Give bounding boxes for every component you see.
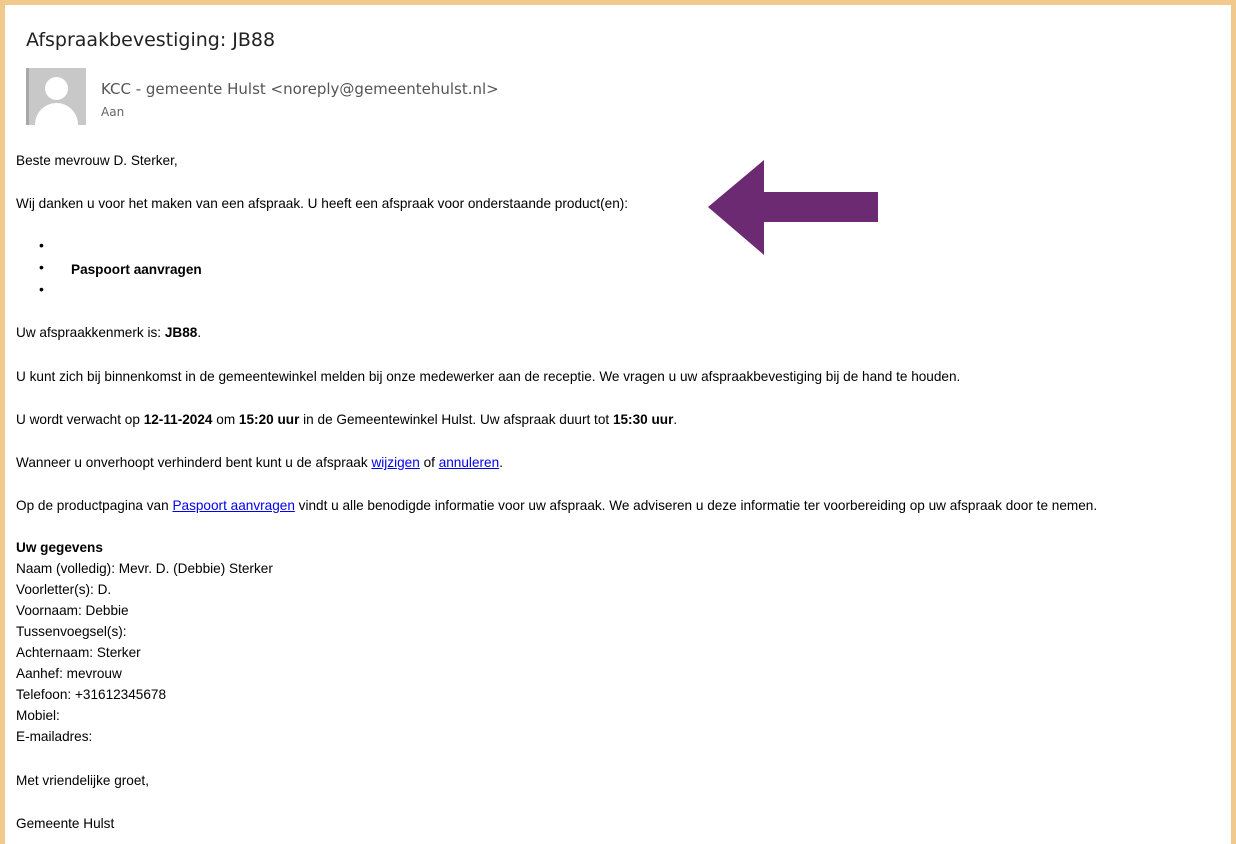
product-item-2: Paspoort aanvragen xyxy=(71,262,202,277)
product-page-link[interactable]: Paspoort aanvragen xyxy=(172,498,294,513)
bullet-marker: • xyxy=(39,259,44,275)
detail-line: Telefoon: +31612345678 xyxy=(16,687,167,702)
closing: Met vriendelijke groet, xyxy=(16,773,149,788)
bullet-marker: • xyxy=(39,237,44,253)
signature: Gemeente Hulst xyxy=(16,816,115,831)
bullet-marker: • xyxy=(39,281,44,297)
appointment-date: 12-11-2024 xyxy=(143,412,213,427)
appointment-end-time: 15:30 uur xyxy=(612,412,674,427)
cancel-link[interactable]: annuleren xyxy=(439,455,499,470)
reception-text: U kunt zich bij binnenkomst in de gemeen… xyxy=(16,369,961,384)
change-line: Wanneer u onverhoopt verhinderd bent kun… xyxy=(16,455,503,470)
email-window: Afspraakbevestiging: JB88 KCC - gemeente… xyxy=(5,5,1231,844)
detail-line: Tussenvoegsel(s): xyxy=(16,624,127,639)
reference-code: JB88 xyxy=(164,325,198,340)
left-arrow-icon xyxy=(708,160,878,255)
thanks-text: Wij danken u voor het maken van een afsp… xyxy=(16,196,629,211)
detail-line: Aanhef: mevrouw xyxy=(16,666,122,681)
email-sender[interactable]: KCC - gemeente Hulst <noreply@gemeentehu… xyxy=(101,80,499,98)
detail-line: Achternaam: Sterker xyxy=(16,645,141,660)
detail-line: E-mailadres: xyxy=(16,729,93,744)
change-link[interactable]: wijzigen xyxy=(371,455,419,470)
greeting: Beste mevrouw D. Sterker, xyxy=(16,153,178,168)
appointment-time: 15:20 uur xyxy=(238,412,300,427)
sender-avatar-icon xyxy=(26,68,86,125)
appointment-line: U wordt verwacht op 12-11-2024 om 15:20 … xyxy=(16,412,678,427)
detail-line: Mobiel: xyxy=(16,708,60,723)
email-subject: Afspraakbevestiging: JB88 xyxy=(26,29,276,51)
email-recipient-label: Aan xyxy=(101,105,125,119)
product-page-line: Op de productpagina van Paspoort aanvrag… xyxy=(16,498,1098,513)
reference-line: Uw afspraakkenmerk is: JB88. xyxy=(16,325,202,340)
detail-line: Voornaam: Debbie xyxy=(16,603,129,618)
detail-line: Voorletter(s): D. xyxy=(16,582,112,597)
details-heading: Uw gegevens xyxy=(16,540,103,555)
detail-line: Naam (volledig): Mevr. D. (Debbie) Sterk… xyxy=(16,561,273,576)
